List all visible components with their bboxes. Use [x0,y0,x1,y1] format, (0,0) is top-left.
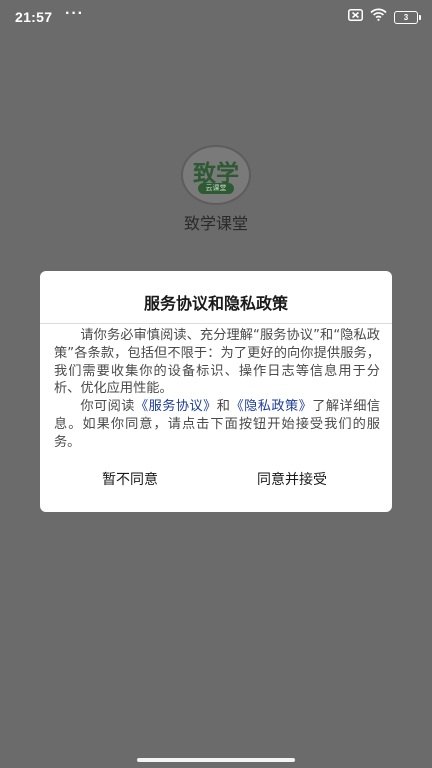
dialog-title: 服务协议和隐私政策 [143,294,288,313]
dialog-divider [40,323,392,324]
disagree-button[interactable]: 暂不同意 [102,470,158,490]
service-agreement-link[interactable]: 《服务协议》 [135,399,217,414]
privacy-policy-link[interactable]: 《隐私政策》 [230,399,312,414]
status-time: 21:57 [15,9,53,25]
agree-button[interactable]: 同意并接受 [257,470,327,490]
para2-prefix: 你可阅读 [80,399,135,415]
status-more-dots: ··· [65,5,84,22]
logo-subtext: 云课堂 [198,183,234,194]
para2-and: 和 [216,399,231,415]
battery-icon: 3 [394,10,421,24]
wifi-icon [370,8,387,26]
status-bar: 21:57 ··· 3 [0,0,432,34]
dialog-paragraph-2: 你可阅读《服务协议》和《隐私政策》了解详细信息。如果你同意，请点击下面按钮开始接… [54,398,380,451]
dialog-body: 请你务必审慎阅读、充分理解“服务协议”和“隐私政策”各条款，包括但不限于：为了更… [54,327,380,452]
home-indicator[interactable] [137,758,295,762]
sim-off-icon [348,8,363,26]
app-name: 致学课堂 [183,214,248,233]
app-logo: 致学 云课堂 [181,145,251,205]
privacy-dialog: 服务协议和隐私政策 请你务必审慎阅读、充分理解“服务协议”和“隐私政策”各条款，… [40,271,392,512]
status-icons: 3 [348,8,421,26]
dialog-paragraph-1: 请你务必审慎阅读、充分理解“服务协议”和“隐私政策”各条款，包括但不限于：为了更… [54,328,380,397]
